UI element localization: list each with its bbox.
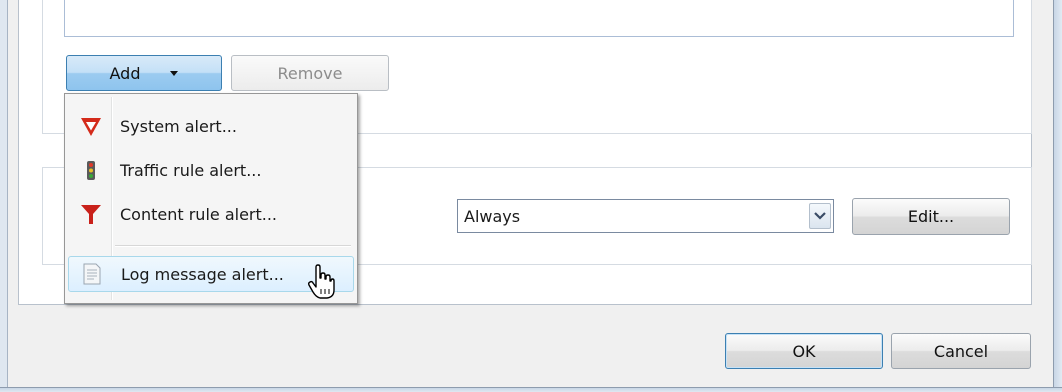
add-button[interactable]: Add [66, 55, 222, 91]
add-button-label: Add [109, 63, 141, 83]
document-icon [77, 259, 107, 289]
cancel-button-label: Cancel [933, 341, 989, 361]
window-left-frame [0, 0, 8, 387]
edit-schedule-button[interactable]: Edit... [852, 198, 1010, 235]
remove-button-label: Remove [277, 63, 343, 83]
funnel-icon [76, 199, 106, 229]
menu-item-content-rule-alert[interactable]: Content rule alert... [68, 196, 354, 232]
hand-pointer-cursor-icon [307, 264, 335, 300]
menu-item-label: Content rule alert... [120, 204, 278, 224]
menu-item-label: System alert... [120, 116, 237, 136]
ok-button[interactable]: OK [725, 333, 883, 369]
menu-separator [115, 245, 351, 247]
shield-icon [76, 111, 106, 141]
window-right-frame [1053, 0, 1062, 392]
alerts-list[interactable] [64, 0, 1014, 37]
menu-item-label: Log message alert... [121, 264, 284, 284]
traffic-light-icon [76, 155, 106, 185]
ok-button-label: OK [792, 341, 816, 361]
dropdown-arrow-icon [170, 70, 179, 76]
remove-button[interactable]: Remove [231, 55, 389, 91]
window-bottom-frame [0, 387, 1062, 392]
menu-item-system-alert[interactable]: System alert... [68, 108, 354, 144]
edit-button-label: Edit... [907, 207, 955, 226]
chevron-down-icon[interactable] [809, 203, 831, 229]
menu-item-label: Traffic rule alert... [120, 160, 262, 180]
cancel-button[interactable]: Cancel [891, 333, 1031, 369]
schedule-select[interactable]: Always [457, 199, 834, 233]
menu-item-traffic-rule-alert[interactable]: Traffic rule alert... [68, 152, 354, 188]
schedule-select-value: Always [464, 206, 521, 226]
